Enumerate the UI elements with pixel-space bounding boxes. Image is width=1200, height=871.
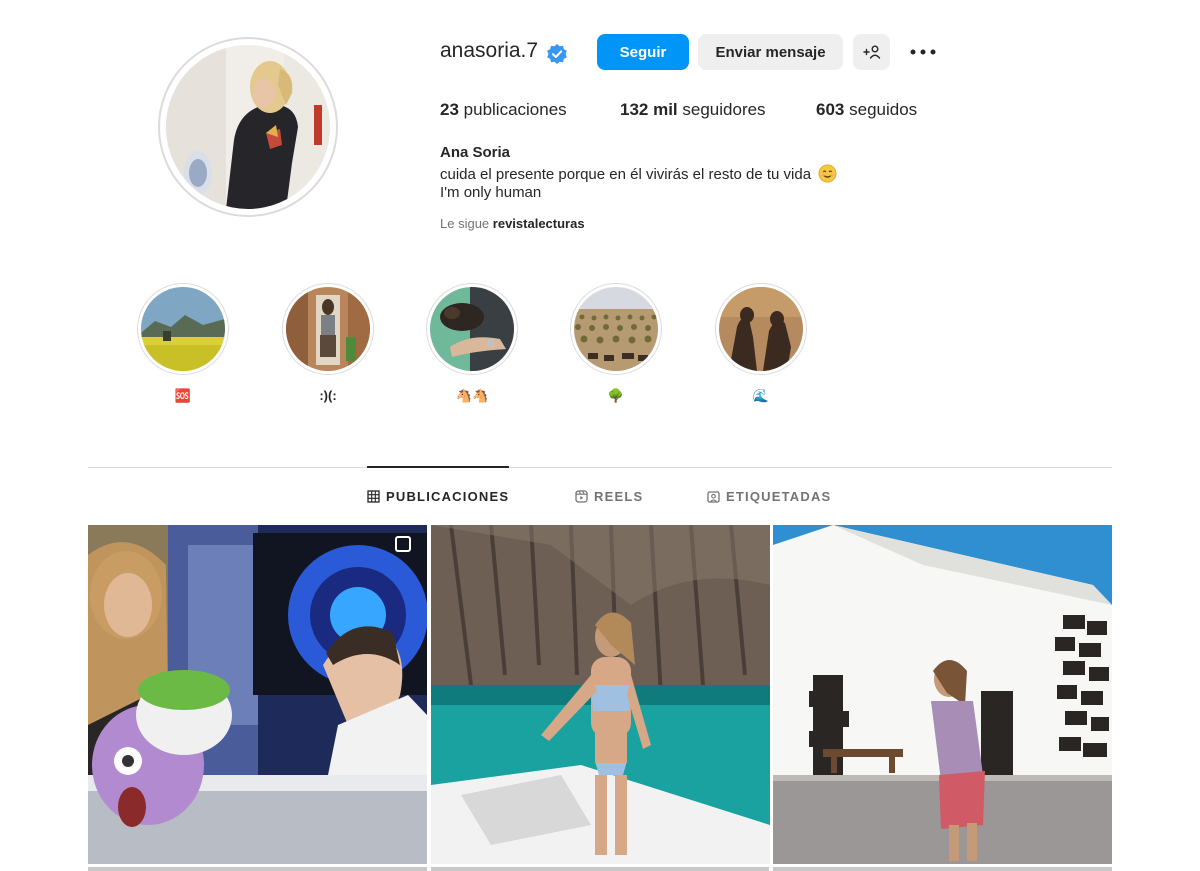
post-thumbnail[interactable] xyxy=(431,525,770,864)
post-thumbnail-partial[interactable] xyxy=(430,867,770,871)
highlight-cover xyxy=(286,287,370,371)
highlight-ring[interactable] xyxy=(570,283,662,375)
grid-icon xyxy=(367,490,380,503)
following-count[interactable]: 603 seguidos xyxy=(816,100,917,120)
highlight-label: :)(: xyxy=(319,388,337,403)
tab-reels[interactable]: REELS xyxy=(575,489,643,504)
tagged-icon xyxy=(707,491,720,503)
tab-publicaciones[interactable]: PUBLICACIONES xyxy=(367,489,509,504)
story-highlight[interactable]: 🆘 xyxy=(137,283,229,404)
post-thumbnail-partial[interactable] xyxy=(773,867,1113,871)
highlight-ring[interactable] xyxy=(137,283,229,375)
following-count-value: 603 xyxy=(816,100,845,119)
post-thumbnail-partial[interactable] xyxy=(88,867,427,871)
story-highlight[interactable]: :)(: xyxy=(282,283,374,404)
story-highlight[interactable]: 🌳 xyxy=(570,283,662,404)
highlight-label: 🐴🐴 xyxy=(455,388,489,403)
reels-icon xyxy=(575,490,588,503)
tab-label: ETIQUETADAS xyxy=(726,489,832,504)
send-message-button[interactable]: Enviar mensaje xyxy=(698,34,843,70)
highlight-cover xyxy=(141,287,225,371)
profile-avatar-ring[interactable] xyxy=(158,37,338,217)
full-name: Ana Soria xyxy=(440,144,511,161)
tab-label: REELS xyxy=(594,489,644,504)
next-posts-row xyxy=(88,867,1113,871)
story-highlight[interactable]: 🌊 xyxy=(715,283,807,404)
highlight-ring[interactable] xyxy=(715,283,807,375)
post-thumbnail[interactable] xyxy=(773,525,1112,864)
highlight-label: 🌊 xyxy=(752,388,770,403)
add-user-icon xyxy=(862,45,880,59)
profile-avatar[interactable] xyxy=(166,45,330,209)
post-thumbnail[interactable] xyxy=(88,525,427,864)
followed-by-user[interactable]: revistalecturas xyxy=(493,216,585,231)
highlight-cover xyxy=(574,287,658,371)
bio-line: cuida el presente porque en él vivirás e… xyxy=(440,164,837,183)
active-tab-indicator xyxy=(367,466,509,468)
posts-count-value: 23 xyxy=(440,100,459,119)
bio-text: cuida el presente porque en él vivirás e… xyxy=(440,166,812,183)
posts-count-label: publicaciones xyxy=(463,100,567,119)
posts-count: 23 publicaciones xyxy=(440,100,567,120)
tabs-divider xyxy=(88,467,1112,468)
highlight-cover xyxy=(430,287,514,371)
story-highlight[interactable]: 🐴🐴 xyxy=(426,283,518,404)
followed-by-prefix: Le sigue xyxy=(440,216,490,231)
followers-count-value: 132 mil xyxy=(620,100,678,119)
highlight-label: 🌳 xyxy=(607,388,625,403)
following-count-label: seguidos xyxy=(849,100,918,119)
highlight-ring[interactable] xyxy=(282,283,374,375)
suggest-similar-button[interactable] xyxy=(853,34,890,70)
smiling-face-emoji-icon xyxy=(818,164,837,183)
bio-line-2: I'm only human xyxy=(440,184,542,201)
followed-by[interactable]: Le sigue revistalecturas xyxy=(440,216,585,231)
follow-button[interactable]: Seguir xyxy=(597,34,689,70)
followers-count-label: seguidores xyxy=(682,100,766,119)
more-options-icon xyxy=(910,49,936,55)
tab-label: PUBLICACIONES xyxy=(386,489,510,504)
username: anasoria.7 xyxy=(440,39,539,62)
highlight-label: 🆘 xyxy=(174,388,192,403)
more-options-button[interactable] xyxy=(903,34,943,70)
followers-count[interactable]: 132 mil seguidores xyxy=(620,100,766,120)
highlight-ring[interactable] xyxy=(426,283,518,375)
verified-badge-icon xyxy=(547,44,567,64)
highlight-cover xyxy=(719,287,803,371)
tab-etiquetadas[interactable]: ETIQUETADAS xyxy=(707,489,831,504)
